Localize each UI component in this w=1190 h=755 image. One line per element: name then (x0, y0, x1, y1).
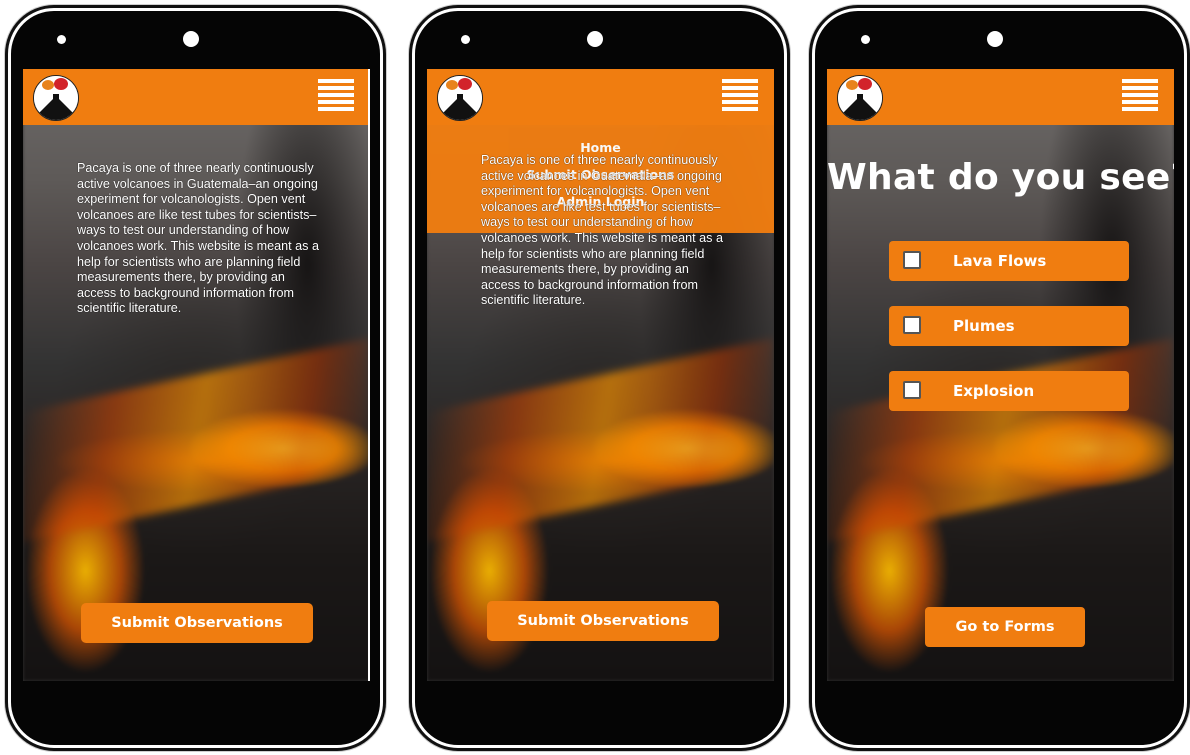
go-to-forms-button[interactable]: Go to Forms (925, 607, 1085, 647)
phone-home: Pacaya is one of three nearly continuous… (8, 8, 383, 748)
page-title: What do you see? (827, 157, 1174, 198)
volcano-logo-icon[interactable] (33, 75, 79, 121)
hamburger-menu-icon[interactable] (318, 79, 354, 111)
front-camera (861, 35, 870, 44)
option-plumes[interactable]: Plumes (889, 306, 1129, 346)
volcano-logo-icon[interactable] (437, 75, 483, 121)
option-label: Lava Flows (953, 252, 1047, 270)
front-camera (57, 35, 66, 44)
earpiece-speaker (587, 31, 603, 47)
checkbox-icon[interactable] (903, 251, 921, 269)
screen-home: Pacaya is one of three nearly continuous… (23, 69, 370, 681)
app-header (427, 69, 774, 125)
screen-observation-form: What do you see? Lava Flows Plumes Explo… (827, 69, 1174, 681)
app-header (827, 69, 1174, 125)
app-header (23, 69, 370, 125)
option-label: Plumes (953, 317, 1015, 335)
intro-text: Pacaya is one of three nearly continuous… (77, 161, 319, 316)
screen-menu-open: Home Submit Observations Admin Login Pac… (427, 69, 774, 681)
phone-menu-open: Home Submit Observations Admin Login Pac… (412, 8, 787, 748)
phone-observation-form: What do you see? Lava Flows Plumes Explo… (812, 8, 1187, 748)
option-explosion[interactable]: Explosion (889, 371, 1129, 411)
screen-edge (368, 69, 370, 681)
hamburger-menu-icon[interactable] (722, 79, 758, 111)
earpiece-speaker (987, 31, 1003, 47)
hamburger-menu-icon[interactable] (1122, 79, 1158, 111)
submit-observations-button[interactable]: Submit Observations (487, 601, 719, 641)
intro-text: Pacaya is one of three nearly continuous… (481, 153, 723, 308)
earpiece-speaker (183, 31, 199, 47)
checkbox-icon[interactable] (903, 316, 921, 334)
front-camera (461, 35, 470, 44)
option-lava-flows[interactable]: Lava Flows (889, 241, 1129, 281)
option-label: Explosion (953, 382, 1035, 400)
submit-observations-button[interactable]: Submit Observations (81, 603, 313, 643)
volcano-logo-icon[interactable] (837, 75, 883, 121)
checkbox-icon[interactable] (903, 381, 921, 399)
